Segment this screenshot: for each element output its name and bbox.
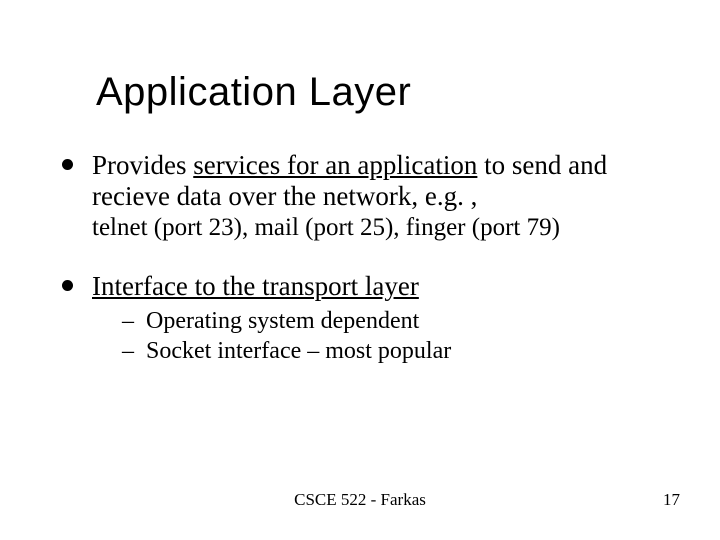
sub-bullet-text: Socket interface – most popular [146,338,451,364]
sub-bullet-group: – Operating system dependent – Socket in… [92,306,652,366]
bullet-dot-icon [62,159,73,170]
slide-title: Application Layer [96,70,411,115]
dash-icon: – [122,306,134,336]
slide: Application Layer Provides services for … [0,0,720,540]
bullet-text-pre: Provides [92,150,193,180]
bullet-subtext: telnet (port 23), mail (port 25), finger… [92,214,652,243]
page-number: 17 [663,490,680,510]
sub-bullet-item: – Socket interface – most popular [122,336,652,366]
sub-bullet-text: Operating system dependent [146,308,419,334]
bullet-text-underlined: Interface to the transport layer [92,271,419,301]
slide-body: Provides services for an application to … [62,150,652,394]
bullet-dot-icon [62,280,73,291]
bullet-item: Provides services for an application to … [62,150,652,243]
dash-icon: – [122,336,134,366]
footer-center: CSCE 522 - Farkas [0,490,720,510]
bullet-text-underlined: services for an application [193,150,477,180]
sub-bullet-item: – Operating system dependent [122,306,652,336]
bullet-item: Interface to the transport layer – Opera… [62,271,652,366]
